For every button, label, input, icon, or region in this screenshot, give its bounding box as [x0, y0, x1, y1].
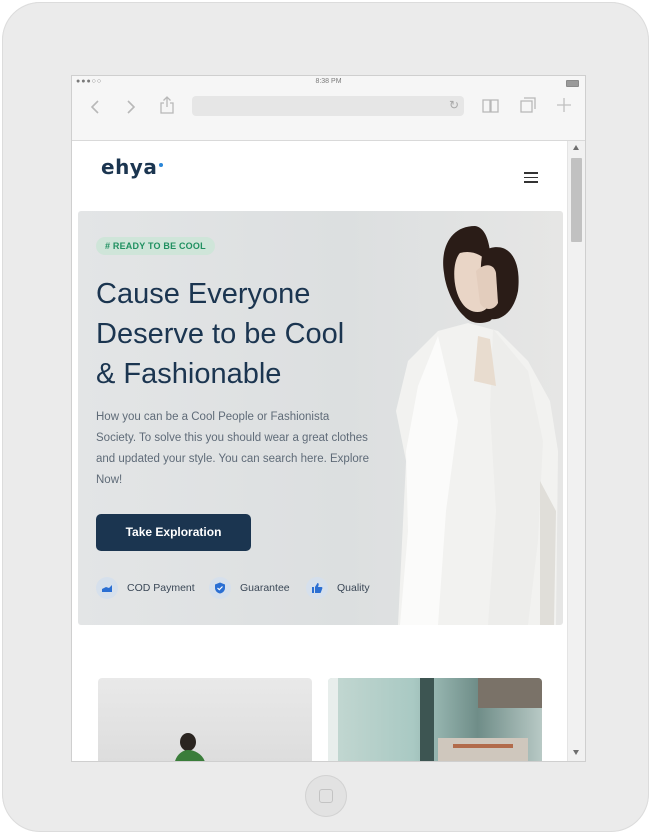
reload-icon[interactable]: ↻ [449, 98, 459, 112]
home-button[interactable] [305, 775, 347, 817]
hamburger-icon[interactable] [524, 172, 538, 184]
hamburger-line [524, 181, 538, 183]
feature-label: Guarantee [240, 582, 290, 594]
feature-label: Quality [337, 582, 370, 594]
tabs-icon[interactable] [519, 97, 537, 114]
address-bar[interactable]: ↻ [192, 96, 464, 116]
status-time: 8:38 PM [315, 78, 342, 85]
product-card[interactable] [328, 678, 542, 761]
logo-text: ehya [101, 155, 158, 179]
hero-description: How you can be a Cool People or Fashioni… [96, 411, 369, 486]
product-image [328, 678, 542, 761]
hero-section: # READY TO BE COOL Cause Everyone Deserv… [78, 211, 563, 625]
feature-label: COD Payment [127, 582, 195, 594]
plus-icon[interactable] [556, 97, 572, 113]
hamburger-line [524, 172, 538, 174]
delivery-icon [96, 577, 118, 599]
product-image [175, 733, 205, 761]
product-card[interactable] [98, 678, 312, 761]
take-exploration-button[interactable]: Take Exploration [96, 514, 251, 551]
hero-title-line: & Fashionable [96, 358, 282, 390]
home-icon [319, 789, 333, 803]
shield-icon [209, 577, 231, 599]
book-icon[interactable] [482, 98, 500, 114]
share-icon[interactable] [159, 95, 175, 115]
browser-toolbar: ↻ [72, 90, 585, 141]
hero-model-image [396, 226, 558, 625]
scroll-up-icon[interactable] [573, 145, 579, 150]
hero-title: Cause Everyone Deserve to be Cool & Fash… [96, 274, 396, 394]
thumbs-up-icon [306, 577, 328, 599]
hamburger-line [524, 176, 538, 178]
scroll-down-icon[interactable] [573, 750, 579, 755]
battery-icon [566, 80, 579, 87]
hero-title-line: Deserve to be Cool [96, 318, 345, 350]
web-page: ehya # READY TO BE COOL Cause Everyone D… [72, 141, 568, 761]
scroll-thumb[interactable] [571, 158, 582, 242]
logo-dot [159, 163, 164, 167]
hero-title-line: Cause Everyone [96, 278, 311, 310]
scrollbar[interactable] [567, 141, 585, 761]
logo[interactable]: ehya [101, 155, 164, 179]
tablet-frame: ●●●○○ 8:38 PM ↻ ehya # READY TO BE COOL … [2, 2, 649, 832]
status-bar: ●●●○○ 8:38 PM [72, 76, 585, 90]
badge: # READY TO BE COOL [96, 237, 215, 255]
chevron-left-icon[interactable] [89, 99, 101, 115]
screen: ●●●○○ 8:38 PM ↻ ehya # READY TO BE COOL … [72, 76, 585, 761]
chevron-right-icon[interactable] [125, 99, 137, 115]
